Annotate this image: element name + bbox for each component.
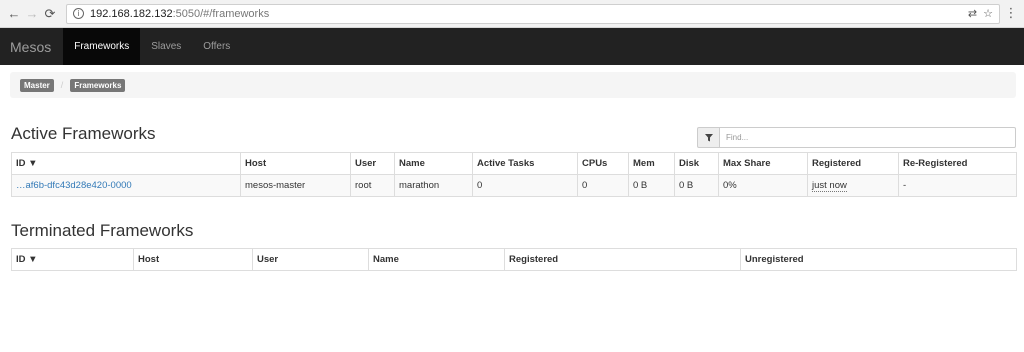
reload-icon[interactable]: ⟳ bbox=[42, 6, 58, 22]
filter-group bbox=[697, 127, 1016, 148]
cell-cpus: 0 bbox=[577, 174, 629, 197]
translate-icon[interactable]: ⇄ bbox=[968, 7, 977, 20]
terminated-frameworks-table: ID ▼ Host User Name Registered Unregiste… bbox=[11, 248, 1017, 271]
terminated-frameworks-title: Terminated Frameworks bbox=[11, 221, 194, 240]
cell-user: root bbox=[350, 174, 395, 197]
col-unregistered[interactable]: Unregistered bbox=[740, 248, 1017, 271]
address-bar[interactable]: i 192.168.182.132:5050/#/frameworks ⇄ ☆ bbox=[66, 3, 1000, 24]
cell-disk: 0 B bbox=[674, 174, 719, 197]
col-user[interactable]: User bbox=[252, 248, 369, 271]
cell-mem: 0 B bbox=[628, 174, 675, 197]
cell-name: marathon bbox=[394, 174, 473, 197]
cell-reregistered: - bbox=[898, 174, 1017, 197]
nav-slaves[interactable]: Slaves bbox=[140, 28, 192, 65]
url-path: :5050/#/frameworks bbox=[172, 7, 270, 20]
col-cpus[interactable]: CPUs bbox=[577, 152, 629, 175]
active-frameworks-header: Active Frameworks bbox=[11, 124, 1016, 152]
cell-max-share: 0% bbox=[718, 174, 808, 197]
menu-icon[interactable]: ⋮ bbox=[1004, 6, 1018, 21]
breadcrumb-master[interactable]: Master bbox=[20, 78, 54, 92]
breadcrumb-frameworks: Frameworks bbox=[70, 78, 126, 92]
col-id[interactable]: ID ▼ bbox=[11, 248, 134, 271]
top-navbar: Mesos Frameworks Slaves Offers bbox=[0, 28, 1024, 65]
terminated-frameworks-header: Terminated Frameworks bbox=[11, 221, 1016, 248]
col-max-share[interactable]: Max Share bbox=[718, 152, 808, 175]
col-name[interactable]: Name bbox=[368, 248, 505, 271]
breadcrumb-separator: / bbox=[60, 80, 64, 90]
active-frameworks-table: ID ▼ Host User Name Active Tasks CPUs Me… bbox=[11, 152, 1017, 197]
filter-icon bbox=[697, 127, 719, 148]
cell-host: mesos-master bbox=[240, 174, 351, 197]
back-icon[interactable]: ← bbox=[6, 6, 22, 22]
star-icon[interactable]: ☆ bbox=[983, 7, 993, 20]
info-icon[interactable]: i bbox=[73, 8, 84, 19]
forward-icon[interactable]: → bbox=[24, 6, 40, 22]
nav-frameworks[interactable]: Frameworks bbox=[63, 28, 141, 65]
table-header-row: ID ▼ Host User Name Registered Unregiste… bbox=[11, 248, 1017, 271]
framework-id-link[interactable]: …af6b-dfc43d28e420-0000 bbox=[16, 180, 132, 191]
col-name[interactable]: Name bbox=[394, 152, 473, 175]
col-registered[interactable]: Registered bbox=[807, 152, 899, 175]
cell-registered: just now bbox=[812, 180, 847, 192]
filter-input[interactable] bbox=[719, 127, 1016, 148]
col-host[interactable]: Host bbox=[133, 248, 253, 271]
active-frameworks-title: Active Frameworks bbox=[11, 124, 156, 143]
nav-offers[interactable]: Offers bbox=[192, 28, 241, 65]
col-user[interactable]: User bbox=[350, 152, 395, 175]
table-header-row: ID ▼ Host User Name Active Tasks CPUs Me… bbox=[11, 152, 1017, 175]
brand-logo[interactable]: Mesos bbox=[0, 28, 61, 65]
table-row: …af6b-dfc43d28e420-0000 mesos-master roo… bbox=[11, 174, 1017, 197]
col-id[interactable]: ID ▼ bbox=[11, 152, 241, 175]
col-registered[interactable]: Registered bbox=[504, 248, 741, 271]
col-disk[interactable]: Disk bbox=[674, 152, 719, 175]
col-active-tasks[interactable]: Active Tasks bbox=[472, 152, 578, 175]
col-host[interactable]: Host bbox=[240, 152, 351, 175]
breadcrumb: Master / Frameworks bbox=[10, 72, 1016, 98]
browser-toolbar: ← → ⟳ i 192.168.182.132:5050/#/framework… bbox=[0, 0, 1024, 28]
cell-active-tasks: 0 bbox=[472, 174, 578, 197]
url-host: 192.168.182.132 bbox=[90, 7, 173, 20]
col-reregistered[interactable]: Re-Registered bbox=[898, 152, 1017, 175]
col-mem[interactable]: Mem bbox=[628, 152, 675, 175]
